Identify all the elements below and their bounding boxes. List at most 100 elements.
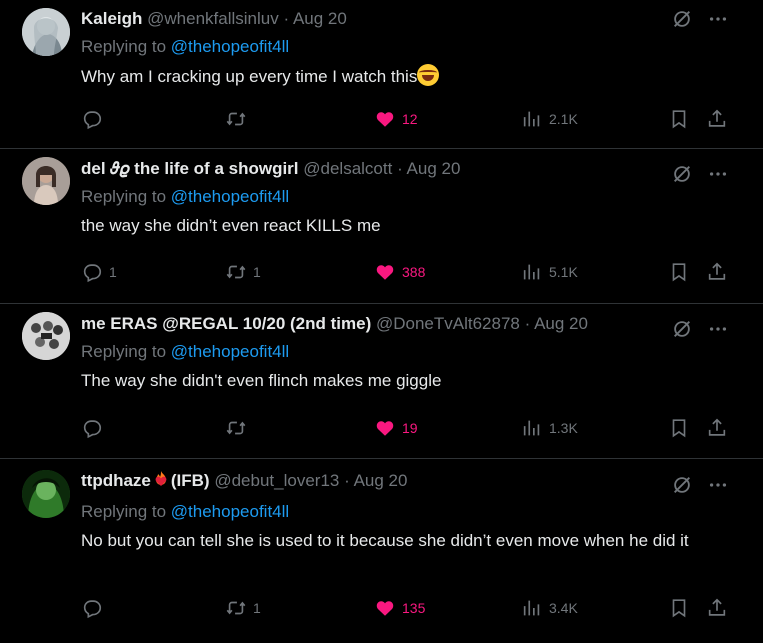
bookmark-icon	[668, 261, 690, 283]
share-icon	[706, 261, 728, 283]
replying-to-link[interactable]: @thehopeofit4ll	[171, 502, 289, 521]
tweet-header: Kaleigh @whenkfallsinluv · Aug 20	[81, 8, 747, 30]
like-button[interactable]: 19	[374, 417, 418, 439]
reply-count: 1	[109, 264, 117, 280]
grok-slash-icon[interactable]	[671, 474, 693, 496]
tweet-top-icons	[671, 318, 729, 340]
retweet-button[interactable]	[225, 417, 253, 439]
action-bar: 19 1.3K	[81, 416, 727, 440]
like-button[interactable]: 12	[374, 108, 418, 130]
retweet-icon	[225, 597, 247, 619]
separator-dot: ·	[397, 159, 403, 178]
user-handle[interactable]: @debut_lover13	[214, 471, 339, 490]
tweet-top-icons	[671, 474, 729, 496]
user-handle[interactable]: @whenkfallsinluv	[147, 9, 279, 28]
replying-to-link[interactable]: @thehopeofit4ll	[171, 342, 289, 361]
heart-icon	[374, 417, 396, 439]
reply-icon	[81, 417, 103, 439]
share-button[interactable]	[706, 261, 728, 283]
reply-button[interactable]	[81, 597, 109, 619]
reply-button[interactable]	[81, 108, 109, 130]
replying-to: Replying to @thehopeofit4ll	[81, 186, 747, 208]
retweet-icon	[225, 417, 247, 439]
views-button[interactable]: 1.3K	[521, 417, 578, 439]
replying-to-link[interactable]: @thehopeofit4ll	[171, 37, 289, 56]
tweet-text: No but you can tell she is used to it be…	[81, 531, 689, 550]
tweet[interactable]: ttpdhaze (IFB) @debut_lover13 · Aug 20 Re…	[0, 459, 763, 643]
tweet-date[interactable]: Aug 20	[354, 471, 408, 490]
avatar[interactable]	[22, 470, 70, 518]
share-button[interactable]	[706, 417, 728, 439]
tears-of-joy-emoji	[417, 64, 440, 86]
views-button[interactable]: 2.1K	[521, 108, 578, 130]
like-button[interactable]: 388	[374, 261, 425, 283]
share-button[interactable]	[706, 597, 728, 619]
tweet[interactable]: me ERAS @REGAL 10/20 (2nd time) @DoneTvA…	[0, 304, 763, 459]
retweet-button[interactable]	[225, 108, 253, 130]
retweet-icon	[225, 108, 247, 130]
reply-icon	[81, 108, 103, 130]
retweet-button[interactable]: 1	[225, 597, 261, 619]
tweet-date[interactable]: Aug 20	[407, 159, 461, 178]
more-icon[interactable]	[707, 163, 729, 185]
share-icon	[706, 417, 728, 439]
bookmark-button[interactable]	[668, 597, 690, 619]
view-count: 5.1K	[549, 264, 578, 280]
display-name[interactable]: ttpdhaze	[81, 471, 151, 490]
view-count: 2.1K	[549, 111, 578, 127]
action-bar: 12 2.1K	[81, 107, 727, 131]
tweet-text: Why am I cracking up every time I watch …	[81, 64, 747, 88]
grok-slash-icon[interactable]	[671, 318, 693, 340]
like-count: 12	[402, 111, 418, 127]
replying-to: Replying to @thehopeofit4ll	[81, 501, 747, 523]
tweet-date[interactable]: Aug 20	[293, 9, 347, 28]
more-icon[interactable]	[707, 8, 729, 30]
display-name[interactable]: me ERAS @REGAL 10/20 (2nd time)	[81, 314, 371, 333]
replying-label: Replying to	[81, 37, 167, 56]
tweet-header: del 𝜗𝜚 the life of a showgirl @delsalcot…	[81, 158, 747, 180]
display-name[interactable]: del 𝜗𝜚 the life of a showgirl	[81, 159, 299, 178]
share-icon	[706, 108, 728, 130]
views-button[interactable]: 5.1K	[521, 261, 578, 283]
bookmark-button[interactable]	[668, 261, 690, 283]
avatar[interactable]	[22, 8, 70, 56]
display-name[interactable]: Kaleigh	[81, 9, 142, 28]
share-icon	[706, 597, 728, 619]
grok-slash-icon[interactable]	[671, 163, 693, 185]
retweet-count: 1	[253, 600, 261, 616]
tweet-top-icons	[671, 8, 729, 30]
more-icon[interactable]	[707, 474, 729, 496]
replying-to: Replying to @thehopeofit4ll	[81, 341, 747, 363]
tweet-text: the way she didn’t even react KILLS me	[81, 216, 381, 235]
share-button[interactable]	[706, 108, 728, 130]
user-handle[interactable]: @delsalcott	[303, 159, 392, 178]
avatar[interactable]	[22, 312, 70, 360]
like-button[interactable]: 135	[374, 597, 425, 619]
reply-button[interactable]: 1	[81, 261, 117, 283]
bookmark-button[interactable]	[668, 108, 690, 130]
grok-slash-icon[interactable]	[671, 8, 693, 30]
like-count: 388	[402, 264, 426, 280]
tweet[interactable]: del 𝜗𝜚 the life of a showgirl @delsalcot…	[0, 149, 763, 304]
separator-dot: ·	[283, 9, 290, 28]
heart-icon	[374, 261, 396, 283]
replying-to-link[interactable]: @thehopeofit4ll	[171, 187, 289, 206]
reply-button[interactable]	[81, 417, 109, 439]
views-icon	[521, 597, 543, 619]
tweet[interactable]: Kaleigh @whenkfallsinluv · Aug 20 Replyi…	[0, 0, 763, 149]
separator-dot: ·	[524, 314, 531, 333]
display-name-suffix[interactable]: (IFB)	[171, 471, 210, 490]
retweet-button[interactable]: 1	[225, 261, 261, 283]
tweet-date[interactable]: Aug 20	[534, 314, 588, 333]
more-icon[interactable]	[707, 318, 729, 340]
views-icon	[521, 261, 543, 283]
views-button[interactable]: 3.4K	[521, 597, 578, 619]
replying-label: Replying to	[81, 502, 167, 521]
reply-icon	[81, 597, 103, 619]
user-handle[interactable]: @DoneTvAlt62878	[376, 314, 520, 333]
heart-icon	[374, 108, 396, 130]
avatar[interactable]	[22, 157, 70, 205]
action-bar: 1 1 388 5.1K	[81, 260, 727, 284]
replying-label: Replying to	[81, 187, 167, 206]
bookmark-button[interactable]	[668, 417, 690, 439]
